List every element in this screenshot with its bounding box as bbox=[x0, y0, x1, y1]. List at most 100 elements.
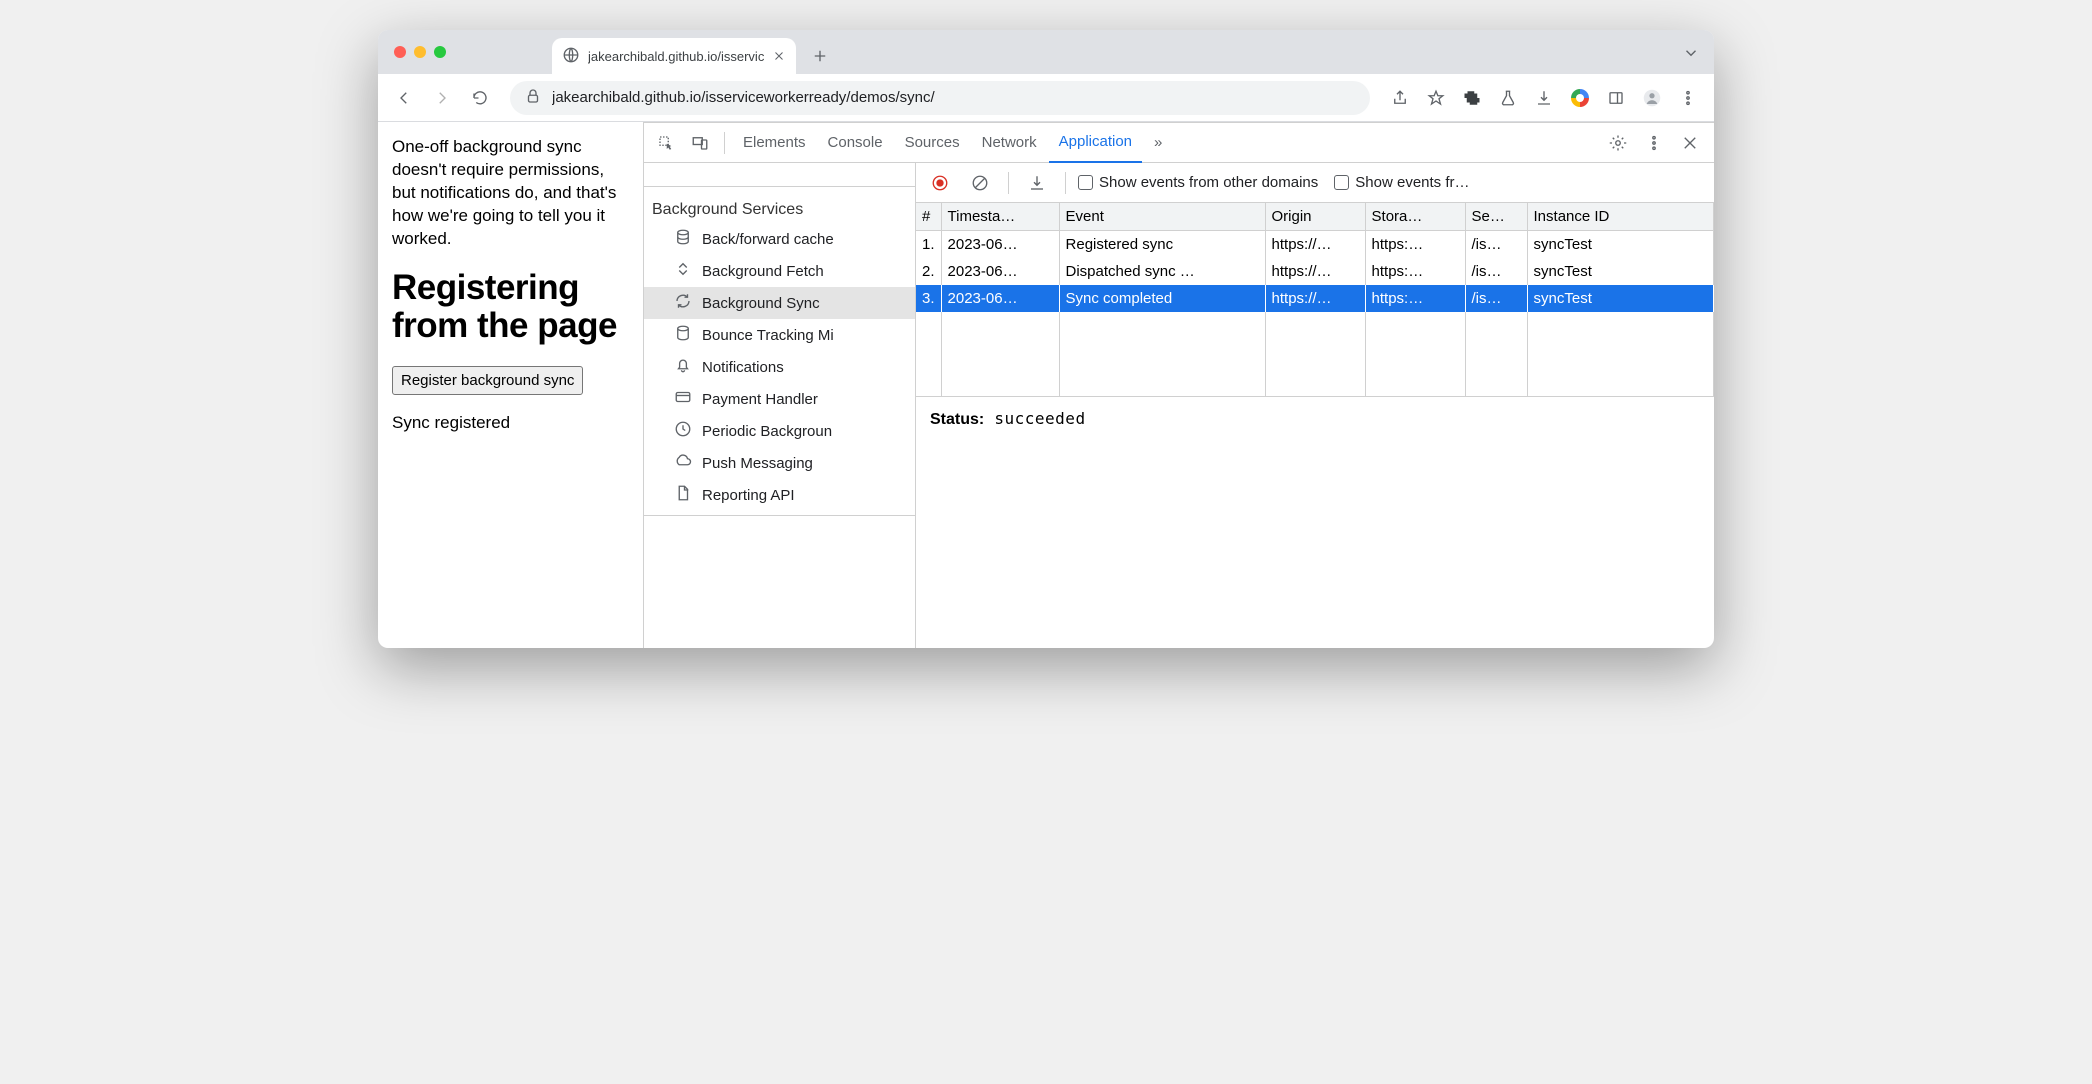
column-header[interactable]: Origin bbox=[1265, 203, 1365, 231]
checkbox-label: Show events fr… bbox=[1355, 174, 1469, 191]
sidebar-item-label: Reporting API bbox=[702, 487, 795, 504]
labs-button[interactable] bbox=[1492, 82, 1524, 114]
column-header[interactable]: Stora… bbox=[1365, 203, 1465, 231]
back-forward-cache-icon bbox=[674, 228, 692, 250]
devtools-close-button[interactable] bbox=[1674, 127, 1706, 159]
save-button[interactable] bbox=[1021, 167, 1053, 199]
forward-button[interactable] bbox=[426, 82, 458, 114]
sidebar-item-label: Payment Handler bbox=[702, 391, 818, 408]
devtools-tab-application[interactable]: Application bbox=[1049, 123, 1142, 163]
column-header[interactable]: Timesta… bbox=[941, 203, 1059, 231]
column-header[interactable]: # bbox=[916, 203, 941, 231]
sidebar-item-background-sync[interactable]: Background Sync bbox=[644, 287, 915, 319]
chrome-menu-button[interactable] bbox=[1672, 82, 1704, 114]
sidebar-item-back-forward-cache[interactable]: Back/forward cache bbox=[644, 223, 915, 255]
reload-button[interactable] bbox=[464, 82, 496, 114]
downloads-button[interactable] bbox=[1528, 82, 1560, 114]
tabs-dropdown-button[interactable] bbox=[1682, 44, 1700, 67]
share-button[interactable] bbox=[1384, 82, 1416, 114]
sidebar-item-push-messaging[interactable]: Push Messaging bbox=[644, 447, 915, 479]
table-row[interactable]: 2.2023-06…Dispatched sync …https://…http… bbox=[916, 258, 1714, 285]
show-other-domains-checkbox[interactable]: Show events from other domains bbox=[1078, 174, 1318, 191]
fullscreen-window-button[interactable] bbox=[434, 46, 446, 58]
web-page: One-off background sync doesn't require … bbox=[378, 122, 644, 648]
table-row-empty bbox=[916, 340, 1714, 368]
devtools-tab-console[interactable]: Console bbox=[818, 123, 893, 163]
sidebar-item-label: Notifications bbox=[702, 359, 784, 376]
tab-strip: jakearchibald.github.io/isservic bbox=[378, 30, 1714, 74]
browser-window: jakearchibald.github.io/isservic jakearc… bbox=[378, 30, 1714, 648]
more-tabs-button[interactable]: » bbox=[1144, 123, 1172, 163]
column-header[interactable]: Instance ID bbox=[1527, 203, 1713, 231]
lock-icon bbox=[524, 87, 542, 109]
sidebar-item-label: Back/forward cache bbox=[702, 231, 834, 248]
reporting-api-icon bbox=[674, 484, 692, 506]
events-table: #Timesta…EventOriginStora…Se…Instance ID… bbox=[916, 203, 1714, 397]
payment-handler-icon bbox=[674, 388, 692, 410]
toolbar-actions bbox=[1384, 82, 1704, 114]
devtools-sidebar: Background Services Back/forward cache Ba… bbox=[644, 163, 916, 648]
sidebar-item-label: Background Fetch bbox=[702, 263, 824, 280]
sidebar-item-bounce-tracking-mi[interactable]: Bounce Tracking Mi bbox=[644, 319, 915, 351]
devtools-tab-network[interactable]: Network bbox=[972, 123, 1047, 163]
devtools-main: Show events from other domains Show even… bbox=[916, 163, 1714, 648]
background-sync-icon bbox=[674, 292, 692, 314]
devtools-settings-button[interactable] bbox=[1602, 127, 1634, 159]
checkbox-label: Show events from other domains bbox=[1099, 174, 1318, 191]
table-row[interactable]: 3.2023-06…Sync completedhttps://…https:…… bbox=[916, 285, 1714, 312]
device-toggle-button[interactable] bbox=[684, 127, 716, 159]
profile-button[interactable] bbox=[1636, 82, 1668, 114]
table-row-empty bbox=[916, 368, 1714, 396]
events-toolbar: Show events from other domains Show even… bbox=[916, 163, 1714, 203]
sidebar-item-background-fetch[interactable]: Background Fetch bbox=[644, 255, 915, 287]
tab-title: jakearchibald.github.io/isservic bbox=[588, 49, 764, 64]
sidebar-item-label: Periodic Backgroun bbox=[702, 423, 832, 440]
sidebar-item-label: Bounce Tracking Mi bbox=[702, 327, 834, 344]
bounce-tracking-mi-icon bbox=[674, 324, 692, 346]
page-status-text: Sync registered bbox=[392, 413, 629, 433]
record-button[interactable] bbox=[924, 167, 956, 199]
sidebar-item-payment-handler[interactable]: Payment Handler bbox=[644, 383, 915, 415]
back-button[interactable] bbox=[388, 82, 420, 114]
inspect-element-button[interactable] bbox=[650, 127, 682, 159]
sidebar-item-reporting-api[interactable]: Reporting API bbox=[644, 479, 915, 511]
devtools-tab-elements[interactable]: Elements bbox=[733, 123, 816, 163]
background-fetch-icon bbox=[674, 260, 692, 282]
browser-tab[interactable]: jakearchibald.github.io/isservic bbox=[552, 38, 796, 74]
sidebar-item-label: Push Messaging bbox=[702, 455, 813, 472]
sidebar-section-title: Background Services bbox=[644, 187, 915, 223]
close-tab-button[interactable] bbox=[772, 49, 786, 63]
extensions-button[interactable] bbox=[1456, 82, 1488, 114]
column-header[interactable]: Se… bbox=[1465, 203, 1527, 231]
minimize-window-button[interactable] bbox=[414, 46, 426, 58]
sidebar-item-label: Background Sync bbox=[702, 295, 820, 312]
table-header-row: #Timesta…EventOriginStora…Se…Instance ID bbox=[916, 203, 1714, 231]
window-controls bbox=[386, 46, 452, 58]
side-panel-button[interactable] bbox=[1600, 82, 1632, 114]
address-bar[interactable]: jakearchibald.github.io/isserviceworkerr… bbox=[510, 81, 1370, 115]
devtools-panel: ElementsConsoleSourcesNetworkApplication… bbox=[644, 122, 1714, 648]
browser-toolbar: jakearchibald.github.io/isserviceworkerr… bbox=[378, 74, 1714, 122]
push-messaging-icon bbox=[674, 452, 692, 474]
bookmark-button[interactable] bbox=[1420, 82, 1452, 114]
status-line: Status: succeeded bbox=[916, 397, 1714, 441]
devtools-menu-button[interactable] bbox=[1638, 127, 1670, 159]
new-tab-button[interactable] bbox=[806, 42, 834, 70]
sidebar-item-notifications[interactable]: Notifications bbox=[644, 351, 915, 383]
page-heading: Registering from the page bbox=[392, 269, 629, 346]
status-label: Status: bbox=[930, 411, 984, 428]
content-area: One-off background sync doesn't require … bbox=[378, 122, 1714, 648]
sidebar-item-periodic-backgroun[interactable]: Periodic Backgroun bbox=[644, 415, 915, 447]
periodic-backgroun-icon bbox=[674, 420, 692, 442]
globe-icon bbox=[562, 46, 580, 67]
close-window-button[interactable] bbox=[394, 46, 406, 58]
table-row[interactable]: 1.2023-06…Registered synchttps://…https:… bbox=[916, 231, 1714, 259]
status-value: succeeded bbox=[994, 409, 1085, 428]
register-sync-button[interactable]: Register background sync bbox=[392, 366, 583, 395]
show-events-filter-checkbox[interactable]: Show events fr… bbox=[1334, 174, 1469, 191]
table-row-empty bbox=[916, 312, 1714, 340]
google-apps-button[interactable] bbox=[1564, 82, 1596, 114]
clear-button[interactable] bbox=[964, 167, 996, 199]
devtools-tab-sources[interactable]: Sources bbox=[895, 123, 970, 163]
column-header[interactable]: Event bbox=[1059, 203, 1265, 231]
